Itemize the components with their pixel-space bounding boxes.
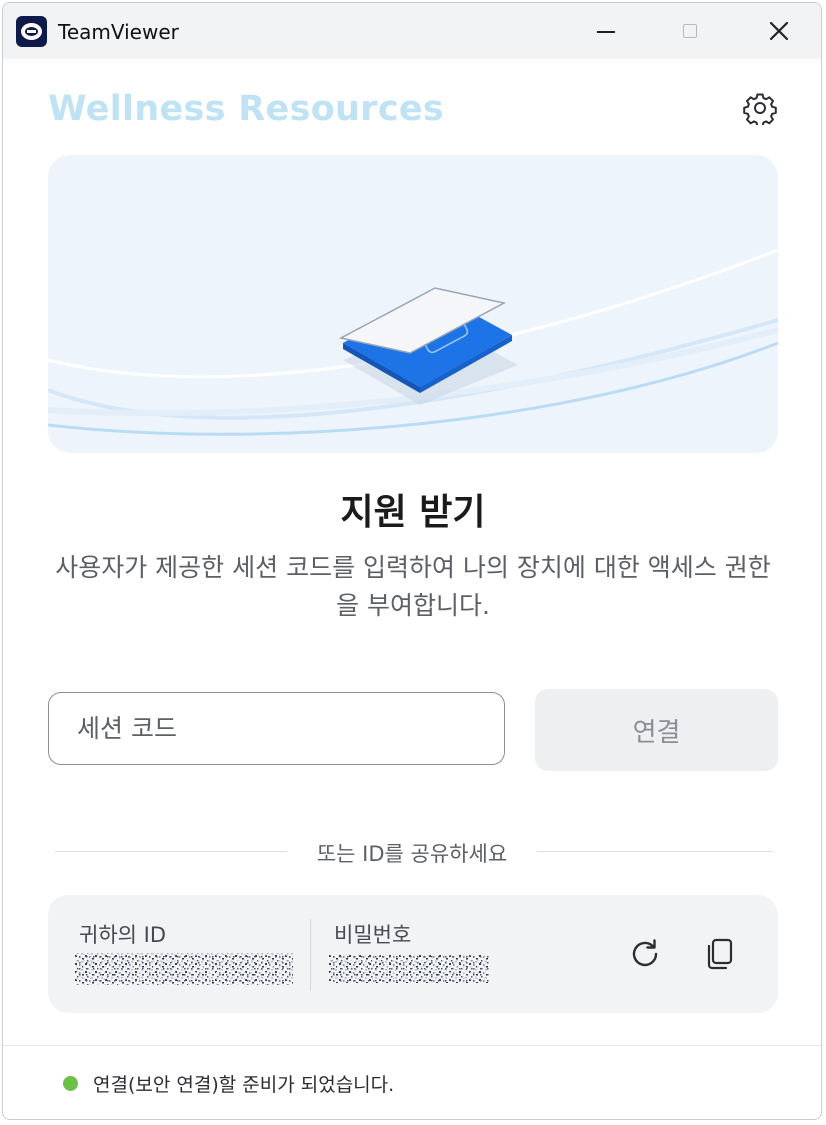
- password-label: 비밀번호: [334, 923, 412, 947]
- gear-icon: [743, 93, 777, 125]
- teamviewer-window: TeamViewer Wellness Resources 지원 받기 사용자가…: [2, 2, 822, 1120]
- window-title: TeamViewer: [58, 20, 179, 44]
- connect-button[interactable]: 연결: [535, 689, 778, 771]
- close-icon: [769, 21, 789, 41]
- status-indicator-icon: [63, 1076, 78, 1091]
- title-bar[interactable]: TeamViewer: [3, 3, 821, 59]
- brand-title: Wellness Resources: [48, 89, 445, 129]
- maximize-button[interactable]: [659, 3, 721, 59]
- password-value-obscured: [329, 947, 489, 993]
- settings-button[interactable]: [741, 89, 779, 127]
- close-button[interactable]: [748, 3, 810, 59]
- page-description: 사용자가 제공한 세션 코드를 입력하여 나의 장치에 대한 액세스 권한을 부…: [55, 553, 771, 620]
- divider-right: [537, 851, 773, 852]
- connection-status-text: 연결(보안 연결)할 준비가 되었습니다.: [93, 1074, 395, 1096]
- your-id-label: 귀하의 ID: [79, 923, 166, 947]
- hero-illustration: [48, 155, 778, 453]
- teamviewer-logo-icon: [16, 16, 47, 47]
- copy-icon: [707, 938, 733, 970]
- divider-left: [55, 851, 287, 852]
- refresh-icon: [632, 939, 658, 967]
- device-illustration: [48, 248, 778, 436]
- session-code-input[interactable]: [48, 692, 505, 765]
- footer-divider: [3, 1045, 821, 1046]
- id-card: 귀하의 ID 비밀번호: [48, 895, 778, 1013]
- copy-credentials-button[interactable]: [698, 932, 742, 976]
- your-id-value-obscured: [75, 947, 293, 993]
- page-heading: 지원 받기: [340, 492, 486, 533]
- share-id-divider-text: 또는 ID를 공유하세요: [316, 842, 508, 866]
- id-password-separator: [310, 919, 311, 991]
- minimize-button[interactable]: [575, 3, 637, 59]
- refresh-password-button[interactable]: [623, 932, 667, 976]
